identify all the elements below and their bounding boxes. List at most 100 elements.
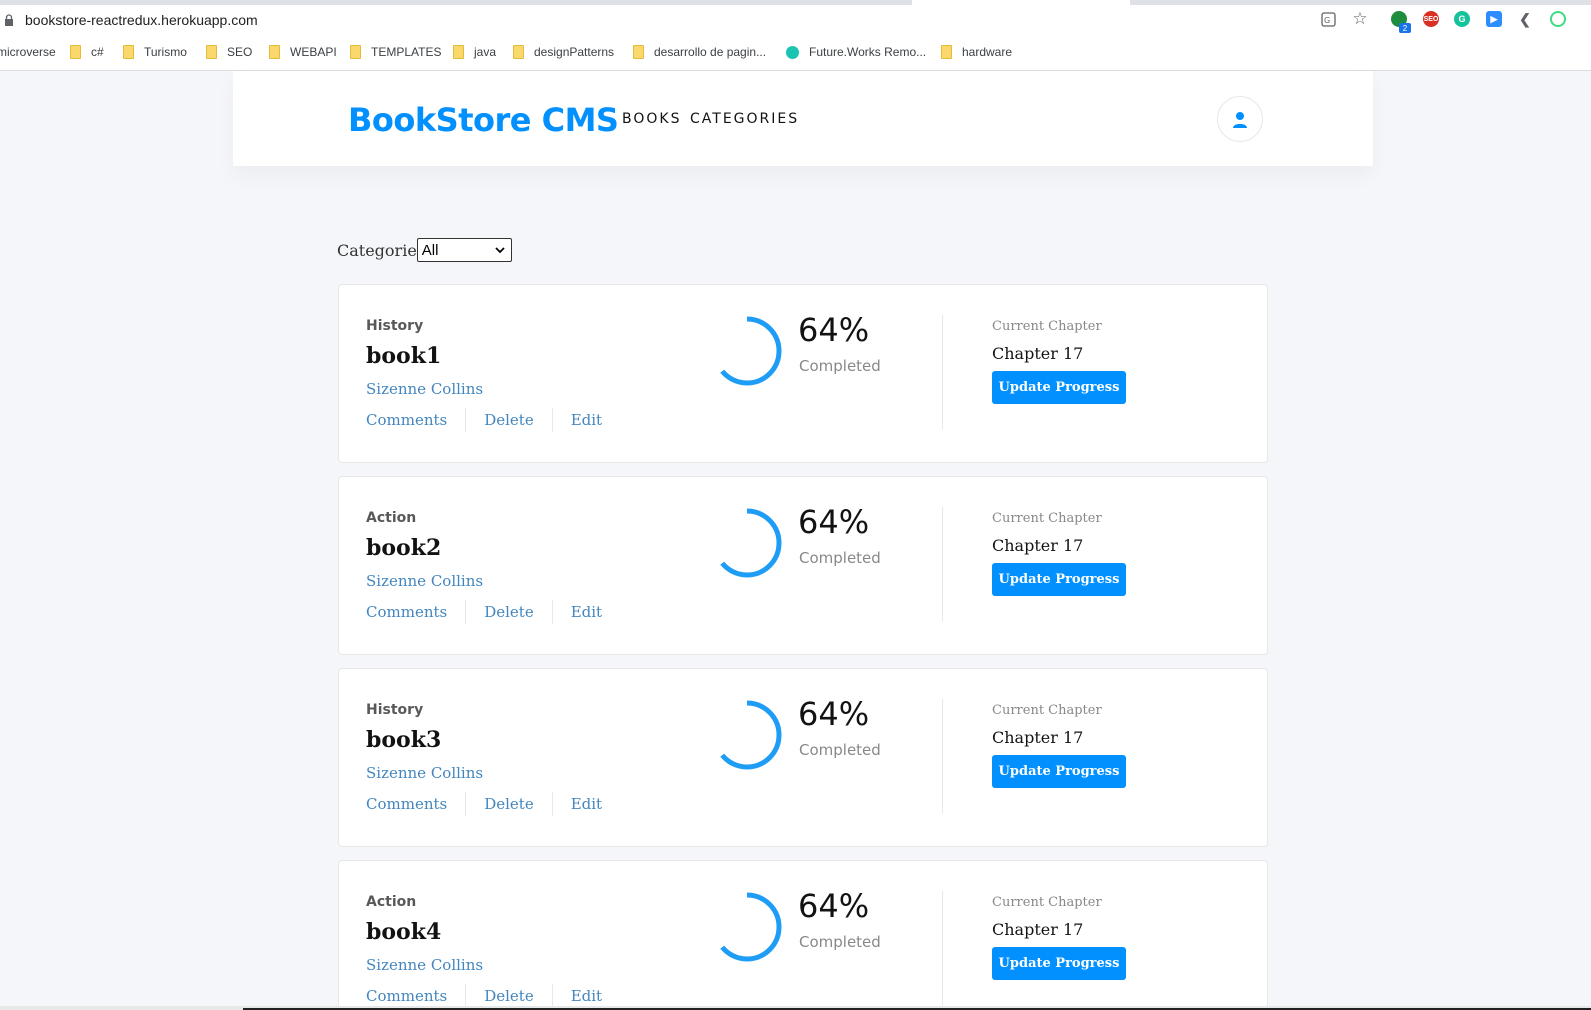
nav-books[interactable]: BOOKS [622, 111, 681, 127]
update-progress-button[interactable]: Update Progress [992, 371, 1126, 404]
address-bar[interactable]: bookstore-reactredux.herokuapp.com G ☆ 2… [0, 6, 1591, 34]
book-card: Action book2 Sizenne Collins Comments De… [338, 476, 1268, 655]
filter-label: Categorie [337, 240, 417, 260]
category-filter: Categorie All [337, 238, 512, 262]
category-select[interactable]: All [416, 238, 512, 262]
edit-button[interactable]: Edit [571, 603, 602, 621]
book-actions: Comments Delete Edit [366, 408, 602, 432]
seo-extension-icon[interactable]: SEO [1423, 11, 1439, 27]
extension-circle-icon[interactable] [1550, 11, 1566, 27]
delete-button[interactable]: Delete [484, 603, 533, 621]
bookmark-seo[interactable]: SEO [206, 43, 252, 61]
star-bookmark-icon[interactable]: ☆ [1351, 9, 1369, 28]
grammarly-icon[interactable]: G [1454, 11, 1470, 27]
comments-button[interactable]: Comments [366, 411, 447, 429]
browser-toolbar: bookstore-reactredux.herokuapp.com G ☆ 2… [0, 0, 1591, 71]
bookmark-designpatterns[interactable]: designPatterns [513, 43, 614, 61]
percent-complete: 64% [798, 503, 870, 541]
card-divider [942, 315, 943, 430]
folder-icon [123, 45, 134, 59]
bookmark-desarrollo[interactable]: desarrollo de pagin... [633, 43, 766, 61]
current-chapter-label: Current Chapter [992, 703, 1102, 718]
bookmarks-bar: microverse c# Turismo SEO WEBAPI TEMPLAT… [0, 40, 1591, 64]
folder-icon [70, 45, 81, 59]
progress-ring-icon [712, 892, 782, 962]
zoom-icon[interactable]: ▶ [1486, 11, 1502, 27]
bookmark-csharp[interactable]: c# [70, 43, 104, 61]
action-divider [465, 984, 467, 1008]
folder-icon [453, 45, 464, 59]
progress-ring-icon [712, 508, 782, 578]
chevron-down-icon [495, 246, 505, 253]
lock-icon [5, 14, 13, 26]
book-genre: Action [366, 894, 417, 910]
edit-button[interactable]: Edit [571, 987, 602, 1005]
completed-label: Completed [799, 549, 881, 567]
delete-button[interactable]: Delete [484, 795, 533, 813]
action-divider [551, 408, 553, 432]
book-actions: Comments Delete Edit [366, 792, 602, 816]
translate-icon[interactable]: G [1319, 10, 1337, 28]
card-divider [942, 891, 943, 1006]
comments-button[interactable]: Comments [366, 795, 447, 813]
book-actions: Comments Delete Edit [366, 600, 602, 624]
action-divider [465, 408, 467, 432]
comments-button[interactable]: Comments [366, 603, 447, 621]
current-chapter-value: Chapter 17 [992, 920, 1084, 939]
user-avatar-button[interactable] [1217, 96, 1263, 142]
bookmark-java[interactable]: java [453, 43, 496, 61]
url-text[interactable]: bookstore-reactredux.herokuapp.com [25, 12, 258, 28]
app-header: BookStore CMS BOOKS CATEGORIES [233, 71, 1373, 166]
completed-label: Completed [799, 741, 881, 759]
folder-icon [941, 45, 952, 59]
folder-icon [269, 45, 280, 59]
comments-button[interactable]: Comments [366, 987, 447, 1005]
book-author[interactable]: Sizenne Collins [366, 956, 483, 974]
update-progress-button[interactable]: Update Progress [992, 755, 1126, 788]
nav-categories[interactable]: CATEGORIES [690, 111, 799, 127]
edit-button[interactable]: Edit [571, 411, 602, 429]
book-genre: Action [366, 510, 417, 526]
bookmark-futureworks[interactable]: Future.Works Remo... [786, 43, 926, 61]
book-card: History book1 Sizenne Collins Comments D… [338, 284, 1268, 463]
book-author[interactable]: Sizenne Collins [366, 380, 483, 398]
book-card: History book3 Sizenne Collins Comments D… [338, 668, 1268, 847]
current-chapter-value: Chapter 17 [992, 728, 1084, 747]
bookmark-hardware[interactable]: hardware [941, 43, 1012, 61]
app-logo[interactable]: BookStore CMS [348, 101, 619, 139]
svg-text:G: G [1324, 16, 1330, 25]
book-title: book3 [366, 727, 442, 753]
current-chapter-value: Chapter 17 [992, 536, 1084, 555]
action-divider [551, 600, 553, 624]
folder-icon [350, 45, 361, 59]
current-chapter-label: Current Chapter [992, 319, 1102, 334]
action-divider [551, 984, 553, 1008]
update-progress-button[interactable]: Update Progress [992, 563, 1126, 596]
app-panel: BookStore CMS BOOKS CATEGORIES Categorie… [233, 71, 1373, 1010]
book-author[interactable]: Sizenne Collins [366, 764, 483, 782]
bookmark-turismo[interactable]: Turismo [123, 43, 187, 61]
book-genre: History [366, 318, 424, 334]
delete-button[interactable]: Delete [484, 987, 533, 1005]
bookmark-microverse[interactable]: microverse [0, 43, 56, 61]
bookmark-webapi[interactable]: WEBAPI [269, 43, 337, 61]
extension-back-icon[interactable]: ❮ [1517, 11, 1533, 27]
edit-button[interactable]: Edit [571, 795, 602, 813]
book-title: book1 [366, 343, 442, 369]
book-actions: Comments Delete Edit [366, 984, 602, 1008]
completed-label: Completed [799, 933, 881, 951]
action-divider [551, 792, 553, 816]
percent-complete: 64% [798, 311, 870, 349]
active-tab[interactable] [912, 0, 1130, 5]
book-genre: History [366, 702, 424, 718]
card-divider [942, 699, 943, 814]
completed-label: Completed [799, 357, 881, 375]
progress-ring-icon [712, 700, 782, 770]
current-chapter-label: Current Chapter [992, 511, 1102, 526]
book-author[interactable]: Sizenne Collins [366, 572, 483, 590]
bookmark-templates[interactable]: TEMPLATES [350, 43, 441, 61]
delete-button[interactable]: Delete [484, 411, 533, 429]
update-progress-button[interactable]: Update Progress [992, 947, 1126, 980]
percent-complete: 64% [798, 695, 870, 733]
book-card: Action book4 Sizenne Collins Comments De… [338, 860, 1268, 1010]
